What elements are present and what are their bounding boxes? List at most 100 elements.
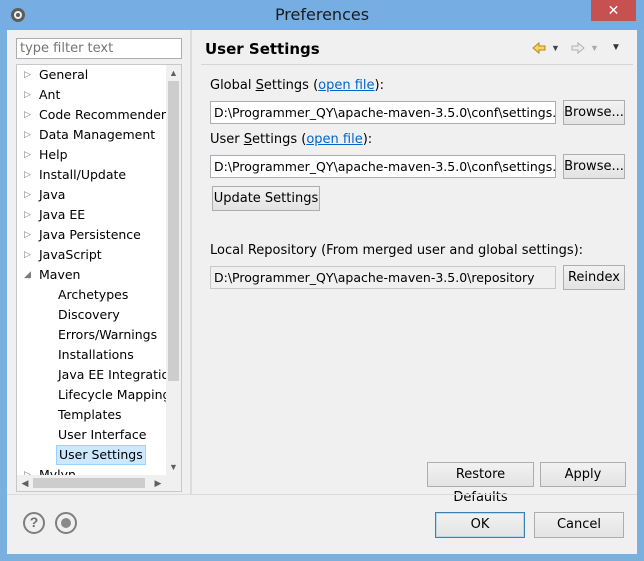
tree-item-label: Code Recommenders (39, 107, 166, 122)
footer-separator (7, 494, 637, 495)
global-settings-field[interactable]: D:\Programmer_QY\apache-maven-3.5.0\conf… (210, 101, 556, 124)
close-window-button[interactable]: ✕ (591, 0, 636, 21)
help-icon[interactable]: ? (23, 512, 45, 534)
tree-item[interactable]: ▷ Mylyn (17, 465, 166, 475)
tree-item-label: Install/Update (39, 167, 127, 182)
tree-item-label: Archetypes (58, 287, 129, 302)
tree-item-label: Java Persistence (39, 227, 141, 242)
local-repository-label: Local Repository (From merged user and g… (210, 243, 584, 258)
tree-item[interactable]: ▷ Java Persistence (17, 225, 166, 245)
tree-item[interactable]: User Settings (17, 445, 166, 465)
tree-item[interactable]: ▷ Java (17, 185, 166, 205)
tree-item[interactable]: Java EE Integration (17, 365, 166, 385)
import-export-icon[interactable] (55, 512, 77, 534)
window-title: Preferences (274, 5, 370, 24)
user-open-file-link[interactable]: open file (306, 132, 362, 147)
page-title: User Settings (205, 40, 320, 58)
tree-item-label: Templates (58, 407, 122, 422)
scroll-down-arrow-icon[interactable]: ▼ (166, 459, 181, 475)
tree-item-label: General (39, 67, 89, 82)
collapsed-arrow-icon[interactable]: ▷ (24, 225, 34, 245)
title-separator (201, 64, 633, 65)
tree-item[interactable]: Templates (17, 405, 166, 425)
collapsed-arrow-icon[interactable]: ▷ (24, 85, 34, 105)
forward-arrow-icon[interactable] (570, 40, 586, 56)
record-icon (61, 518, 71, 528)
tree-item[interactable]: ▷ Java EE (17, 205, 166, 225)
ok-button[interactable]: OK (435, 512, 525, 538)
tree-item[interactable]: Archetypes (17, 285, 166, 305)
tree-item-label: Data Management (39, 127, 156, 142)
tree-viewport: ▷ General ▷ Ant ▷ Code Recommenders ▷ Data Mana… (17, 65, 166, 475)
tree-item-label: Help (39, 147, 68, 162)
update-settings-button[interactable]: Update Settings (212, 186, 320, 211)
tree-item[interactable]: ▷ Data Management (17, 125, 166, 145)
tree-item-label: User Settings (56, 445, 146, 465)
tree-item[interactable]: Lifecycle Mapping (17, 385, 166, 405)
scroll-corner (166, 475, 181, 491)
back-history-dropdown-icon[interactable]: ▼ (551, 40, 560, 56)
tree-item[interactable]: ▷ Ant (17, 85, 166, 105)
tree-item[interactable]: ◢ Maven (17, 265, 166, 285)
vertical-scroll-thumb[interactable] (168, 81, 179, 381)
tree-item-label: Installations (58, 347, 134, 362)
global-settings-label: Global Settings (open file): (210, 78, 384, 93)
local-repository-field: D:\Programmer_QY\apache-maven-3.5.0\repo… (210, 266, 556, 289)
back-arrow-icon[interactable] (531, 40, 547, 56)
collapsed-arrow-icon[interactable]: ▷ (24, 125, 34, 145)
scroll-up-arrow-icon[interactable]: ▲ (166, 65, 181, 81)
tree-item-label: JavaScript (39, 247, 102, 262)
tree-item[interactable]: ▷ JavaScript (17, 245, 166, 265)
tree-item-label: Java EE (39, 207, 86, 222)
dialog-body: ▷ General ▷ Ant ▷ Code Recommenders ▷ Data Mana… (7, 30, 637, 554)
user-settings-field[interactable]: D:\Programmer_QY\apache-maven-3.5.0\conf… (210, 155, 556, 178)
tree-item[interactable]: ▷ Install/Update (17, 165, 166, 185)
collapsed-arrow-icon[interactable]: ▷ (24, 185, 34, 205)
scroll-left-arrow-icon[interactable]: ◀ (17, 475, 33, 491)
tree-item-label: User Interface (58, 427, 147, 442)
tree-item-label: Maven (39, 267, 81, 282)
restore-defaults-button[interactable]: Restore Defaults (427, 462, 534, 505)
tree-item-label: Java (39, 187, 66, 202)
tree-item-label: Ant (39, 87, 61, 102)
tree-item-label: Java EE Integration (58, 367, 166, 382)
cancel-button[interactable]: Cancel (534, 512, 624, 538)
horizontal-scroll-thumb[interactable] (33, 478, 145, 488)
collapsed-arrow-icon[interactable]: ▷ (24, 245, 34, 265)
tree-item[interactable]: Installations (17, 345, 166, 365)
collapsed-arrow-icon[interactable]: ▷ (24, 105, 34, 125)
collapsed-arrow-icon[interactable]: ▷ (24, 65, 34, 85)
title-bar[interactable]: Preferences ✕ (0, 0, 644, 30)
settings-page: User Settings ▼ ▼ ▼ Global Settings (ope… (193, 30, 637, 505)
tree-vertical-scrollbar[interactable]: ▲ ▼ (166, 65, 181, 475)
global-open-file-link[interactable]: open file (318, 78, 374, 93)
view-menu-icon[interactable]: ▼ (611, 40, 621, 56)
tree-item[interactable]: User Interface (17, 425, 166, 445)
tree-item[interactable]: ▷ Help (17, 145, 166, 165)
tree-item-label: Errors/Warnings (58, 327, 158, 342)
collapsed-arrow-icon[interactable]: ▷ (24, 465, 34, 475)
filter-input[interactable] (16, 38, 182, 59)
preference-tree: ▷ General ▷ Ant ▷ Code Recommenders ▷ Data Mana… (16, 64, 182, 492)
expanded-arrow-icon[interactable]: ◢ (24, 265, 34, 285)
tree-item-label: Lifecycle Mapping (58, 387, 166, 402)
collapsed-arrow-icon[interactable]: ▷ (24, 165, 34, 185)
collapsed-arrow-icon[interactable]: ▷ (24, 145, 34, 165)
tree-item[interactable]: ▷ General (17, 65, 166, 85)
pane-divider[interactable] (190, 30, 192, 494)
tree-item[interactable]: Discovery (17, 305, 166, 325)
tree-item[interactable]: ▷ Code Recommenders (17, 105, 166, 125)
collapsed-arrow-icon[interactable]: ▷ (24, 205, 34, 225)
reindex-button[interactable]: Reindex (563, 265, 625, 290)
tree-item-label: Mylyn (39, 467, 76, 475)
tree-item-label: Discovery (58, 307, 120, 322)
forward-history-dropdown-icon[interactable]: ▼ (590, 40, 599, 56)
preferences-window: Preferences ✕ ▷ General ▷ Ant ▷ Code Recommen… (0, 0, 644, 561)
global-browse-button[interactable]: Browse... (563, 100, 625, 125)
user-browse-button[interactable]: Browse... (563, 154, 625, 179)
apply-button[interactable]: Apply (540, 462, 626, 487)
scroll-right-arrow-icon[interactable]: ▶ (150, 475, 166, 491)
tree-horizontal-scrollbar[interactable]: ◀ ▶ (17, 475, 166, 491)
tree-item[interactable]: Errors/Warnings (17, 325, 166, 345)
user-settings-label: User Settings (open file): (210, 132, 373, 147)
